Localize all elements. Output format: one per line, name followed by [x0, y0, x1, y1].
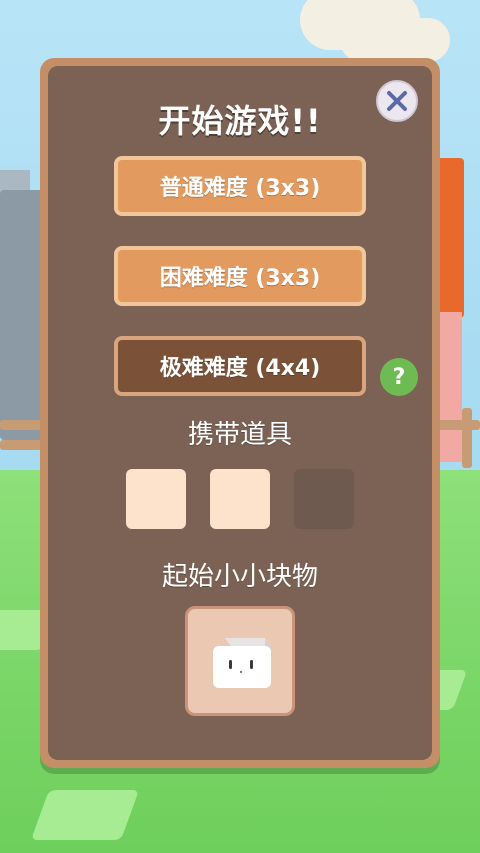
normal-difficulty-button[interactable]: 普通难度 (3x3) — [114, 156, 366, 216]
item-slot[interactable] — [126, 469, 186, 529]
fence-post — [462, 408, 472, 468]
ground-patch — [30, 790, 140, 840]
item-slot[interactable] — [210, 469, 270, 529]
fence-rail — [436, 420, 480, 430]
close-button[interactable] — [376, 80, 418, 122]
hard-difficulty-button[interactable]: 困难难度 (3x3) — [114, 246, 366, 306]
extreme-difficulty-label: 极难难度 (4x4) — [159, 356, 321, 381]
white-cube-character-icon — [213, 638, 271, 688]
normal-difficulty-label: 普通难度 (3x3) — [159, 176, 321, 201]
item-slot-locked — [294, 469, 354, 529]
dialog-body: 开始游戏!! 普通难度 (3x3) 困难难度 (3x3) 极难难度 (4x4) … — [48, 66, 432, 760]
question-icon: ? — [392, 364, 406, 390]
fence-rail — [0, 440, 42, 450]
help-button[interactable]: ? — [380, 358, 418, 396]
cloud — [340, 18, 450, 62]
start-block-section-title: 起始小小块物 — [161, 562, 318, 592]
dialog-title: 开始游戏!! — [158, 102, 322, 140]
start-block-selector[interactable] — [185, 606, 295, 716]
fence-rail — [0, 420, 42, 430]
x-icon — [387, 91, 407, 111]
start-game-dialog: 开始游戏!! 普通难度 (3x3) 困难难度 (3x3) 极难难度 (4x4) … — [40, 58, 440, 768]
hard-difficulty-label: 困难难度 (3x3) — [159, 266, 321, 291]
items-section-title: 携带道具 — [187, 420, 292, 450]
extreme-difficulty-button[interactable]: 极难难度 (4x4) — [114, 336, 366, 396]
game-scene: 开始游戏!! 普通难度 (3x3) 困难难度 (3x3) 极难难度 (4x4) … — [0, 0, 480, 853]
